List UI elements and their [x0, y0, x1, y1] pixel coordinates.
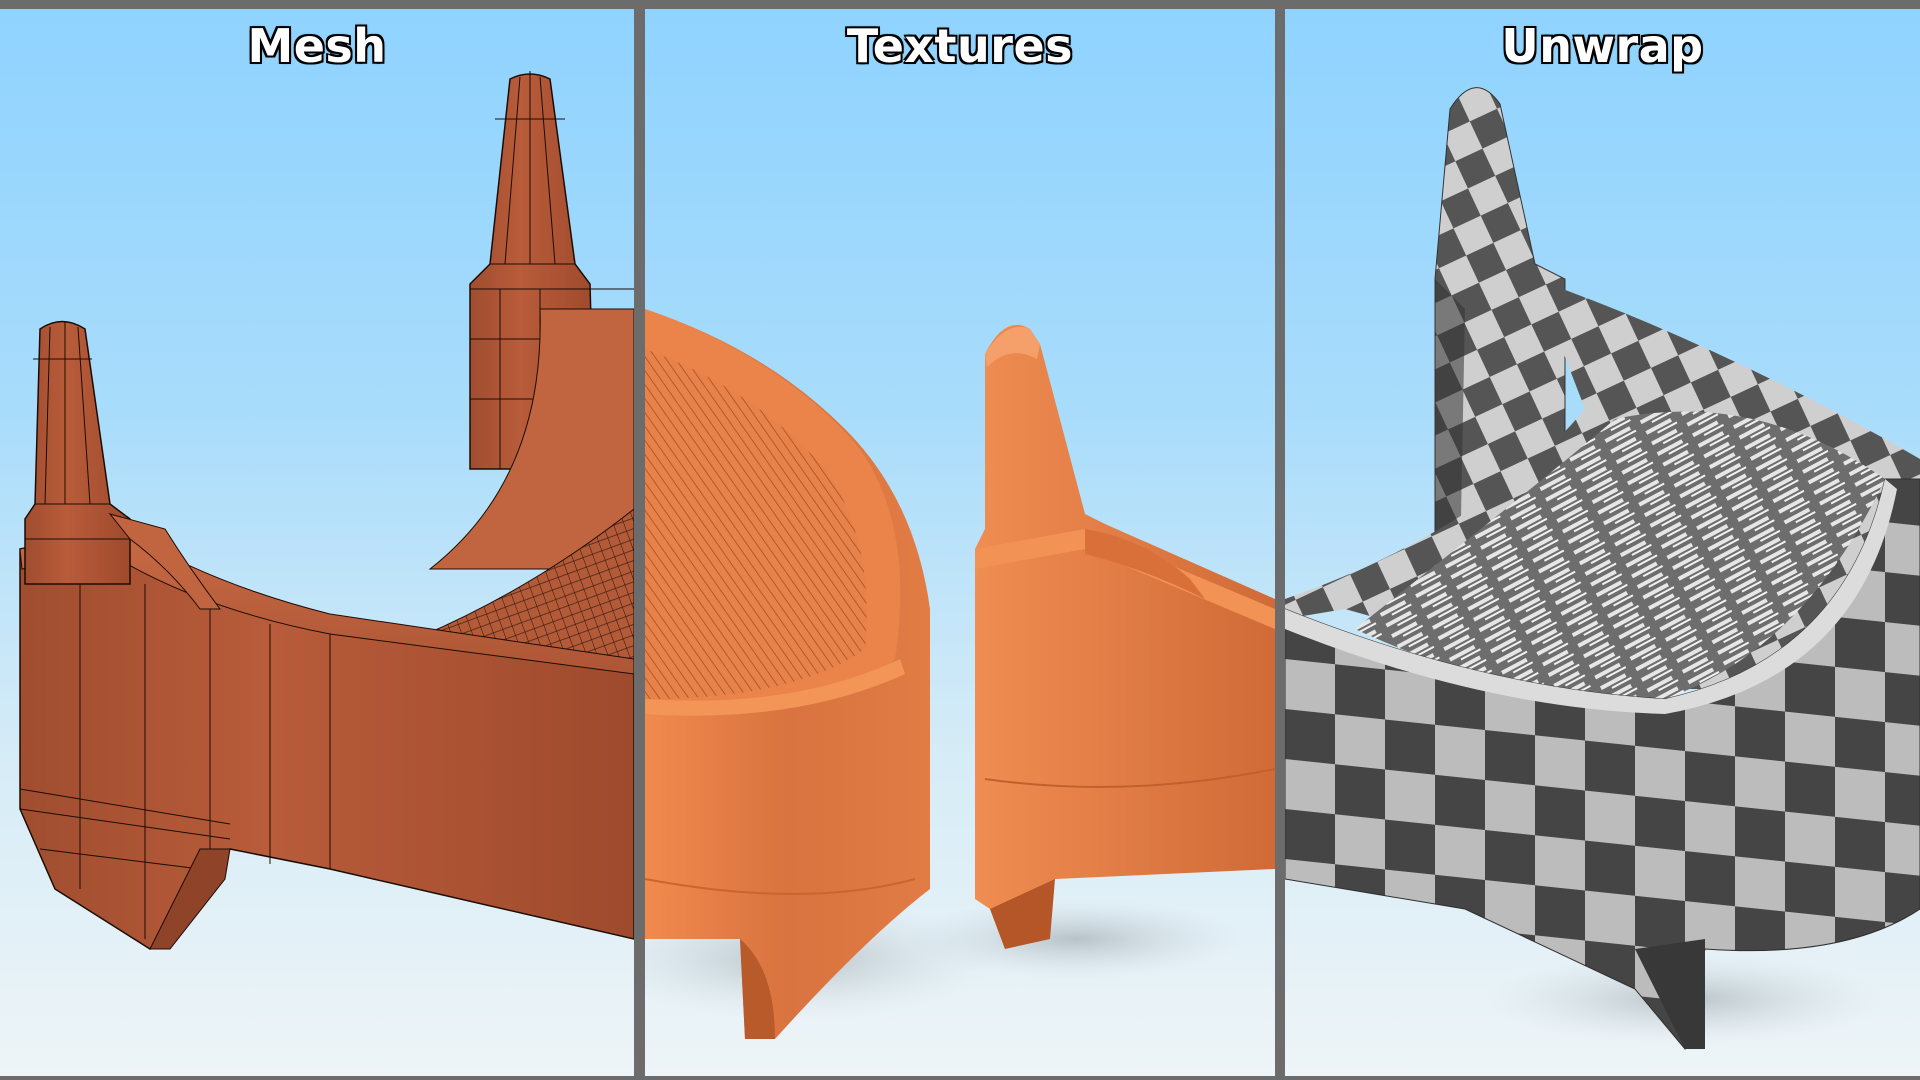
textures-panel-title: Textures — [846, 18, 1074, 74]
uv-checker-render — [1285, 87, 1920, 1051]
background-part — [975, 324, 1275, 950]
textures-panel: Textures — [645, 9, 1275, 1076]
mesh-panel: Mesh — [0, 9, 634, 1076]
unwrap-panel-title: Unwrap — [1500, 18, 1704, 74]
comparison-frame: Mesh Textures Unwrap — [0, 0, 1920, 1080]
mesh-wireframe-render — [19, 71, 634, 950]
uv-part — [1285, 87, 1920, 1051]
mesh-panel-title: Mesh — [246, 18, 387, 74]
textured-render — [645, 309, 1275, 1039]
unwrap-panel: Unwrap — [1285, 9, 1920, 1076]
